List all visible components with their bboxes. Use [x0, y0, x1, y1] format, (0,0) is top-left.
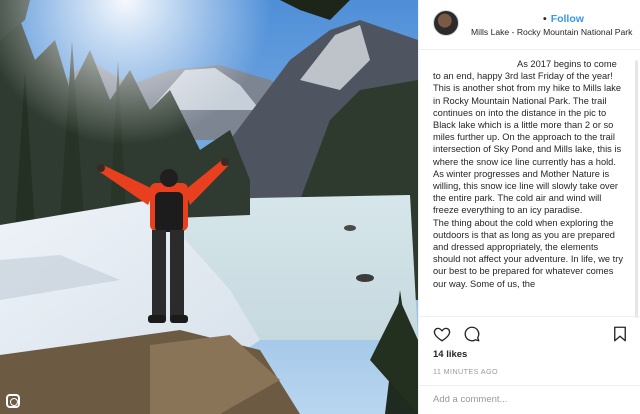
post-actions: 14 likes 11 MINUTES AGO	[419, 316, 640, 410]
instagram-icon	[6, 394, 20, 408]
caption-paragraph-2: The thing about the cold when exploring …	[433, 217, 624, 289]
caption-text: As 2017 begins to come to an end, happy …	[419, 58, 640, 290]
location-link[interactable]: Mills Lake - Rocky Mountain National Par…	[471, 27, 632, 37]
likes-count[interactable]: 14 likes	[433, 349, 467, 360]
bookmark-icon[interactable]	[611, 325, 629, 343]
post-header: • Follow Mills Lake - Rocky Mountain Nati…	[419, 0, 640, 50]
follow-button[interactable]: • Follow	[543, 13, 584, 25]
caption-scrollbar[interactable]	[635, 60, 638, 318]
avatar[interactable]	[433, 10, 459, 36]
caption-paragraph-1: As 2017 begins to come to an end, happy …	[433, 59, 622, 216]
comment-box	[419, 385, 640, 411]
caption-area[interactable]: As 2017 begins to come to an end, happy …	[419, 58, 640, 316]
follow-label: Follow	[550, 13, 584, 25]
post-timestamp[interactable]: 11 MINUTES AGO	[433, 367, 498, 376]
comment-input[interactable]	[433, 391, 623, 407]
post-sidebar: • Follow Mills Lake - Rocky Mountain Nati…	[418, 0, 640, 414]
comment-icon[interactable]	[463, 325, 481, 343]
heart-icon[interactable]	[433, 325, 451, 343]
mountain-lake-scene	[0, 0, 418, 414]
post-photo[interactable]	[0, 0, 418, 414]
follow-separator: •	[543, 13, 547, 25]
